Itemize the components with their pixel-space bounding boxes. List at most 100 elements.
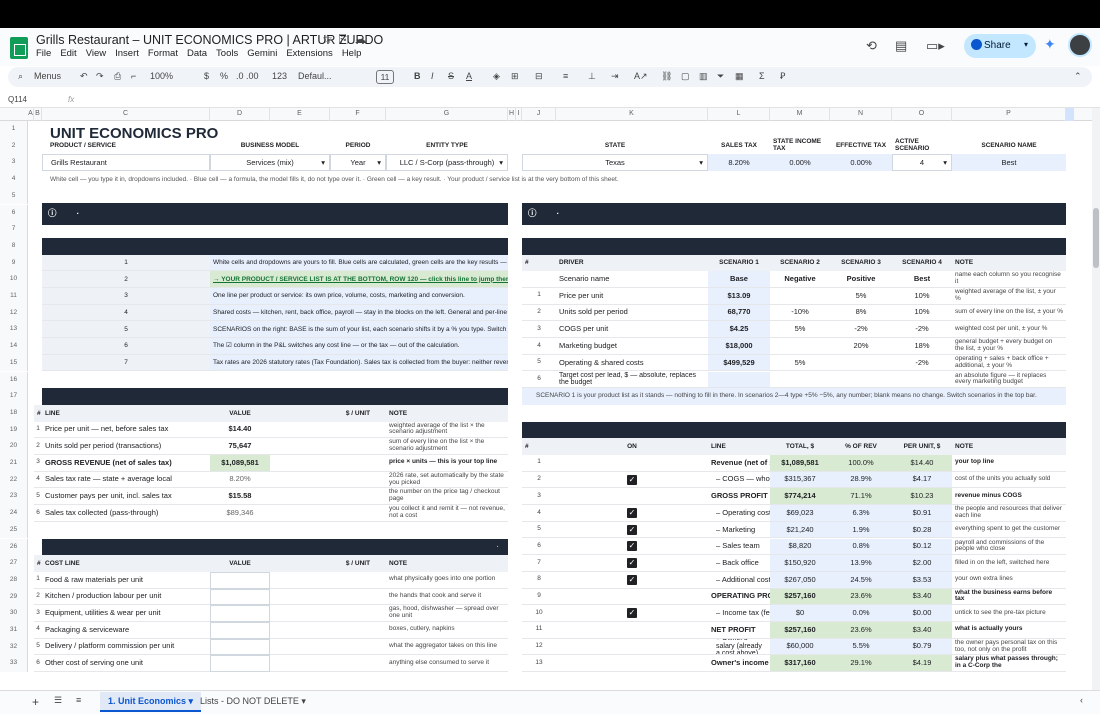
scenario-2-input[interactable]: 5% (770, 321, 830, 339)
scenario-4-input[interactable]: -2% (892, 321, 952, 339)
align-icon[interactable]: ≡ (563, 71, 568, 81)
checkbox-checked-icon[interactable]: ✓ (627, 524, 637, 535)
row-number[interactable]: 23 (0, 488, 28, 506)
column-header[interactable]: H (508, 108, 516, 121)
scenario-4-input[interactable]: -2% (892, 355, 952, 372)
scenario-name[interactable]: Positive (830, 271, 892, 288)
all-sheets-icon[interactable]: ☰ (54, 695, 62, 706)
history-icon[interactable]: ⟲ (866, 38, 877, 54)
borders-icon[interactable]: ⊞ (511, 71, 519, 82)
cost-value-input[interactable] (210, 638, 270, 656)
toggle-cell[interactable]: ✓ (556, 605, 708, 622)
state-select[interactable]: Texas ▾ (522, 154, 708, 172)
row-number[interactable]: 17 (0, 388, 28, 405)
row-number[interactable]: 5 (0, 187, 28, 205)
menu-help[interactable]: Help (342, 48, 362, 59)
chevron-down-icon[interactable]: ▾ (189, 696, 194, 706)
row-number[interactable]: 29 (0, 588, 28, 606)
state-income-tax-value[interactable]: 0.00% (770, 154, 830, 172)
scenario-name-value[interactable]: Best (952, 154, 1066, 172)
menu-insert[interactable]: Insert (115, 48, 139, 59)
row-number[interactable]: 32 (0, 638, 28, 656)
name-box[interactable]: Q114 (8, 95, 27, 104)
cost-value-input[interactable] (210, 622, 270, 639)
chevron-down-icon[interactable]: ▾ (377, 158, 381, 167)
row-number[interactable]: 11 (0, 288, 28, 305)
add-sheet-icon[interactable]: + (32, 695, 39, 709)
sheets-logo-icon[interactable] (10, 37, 28, 59)
decimal-format[interactable]: .0 .00 (236, 71, 259, 81)
zoom-select[interactable]: 100% (150, 71, 173, 81)
checkbox-checked-icon[interactable]: ✓ (627, 541, 637, 552)
column-header[interactable]: D (210, 108, 270, 121)
row-number[interactable]: 27 (0, 555, 28, 572)
scenario-3-input[interactable] (830, 355, 892, 372)
row-number[interactable]: 20 (0, 438, 28, 455)
column-header[interactable]: J (522, 108, 556, 121)
scenario-3-input[interactable]: 8% (830, 305, 892, 322)
chevron-down-icon[interactable]: ▾ (499, 158, 503, 167)
redo-icon[interactable]: ↷ (96, 71, 104, 82)
row-number[interactable]: 28 (0, 571, 28, 589)
scenario-4-input[interactable] (892, 372, 952, 389)
menu-view[interactable]: View (86, 48, 106, 59)
comments-icon[interactable]: ▤ (895, 38, 907, 54)
meet-icon[interactable]: ▭▸ (926, 38, 945, 54)
column-header[interactable]: P (952, 108, 1066, 121)
column-header[interactable]: O (892, 108, 952, 121)
checkbox-checked-icon[interactable]: ✓ (627, 507, 637, 518)
row-number[interactable]: 31 (0, 622, 28, 639)
merge-icon[interactable]: ⊟ (535, 71, 543, 82)
search-icon[interactable]: ⌕ (18, 71, 23, 82)
checkbox-checked-icon[interactable]: ✓ (627, 574, 637, 585)
number-format[interactable]: 123 (272, 71, 287, 81)
row-number[interactable]: 6 (0, 204, 28, 222)
sales-tax-value[interactable]: 8.20% (708, 154, 770, 172)
row-number[interactable]: 8 (0, 237, 28, 255)
menu-file[interactable]: File (36, 48, 51, 59)
text-color-icon[interactable]: A (466, 71, 472, 81)
menu-edit[interactable]: Edit (60, 48, 76, 59)
scenario-name[interactable]: Best (892, 271, 952, 288)
column-header[interactable]: B (34, 108, 42, 121)
column-header[interactable]: F (330, 108, 386, 121)
paint-format-icon[interactable]: ⌐ (131, 71, 136, 81)
chevron-down-icon[interactable]: ▾ (1024, 40, 1028, 49)
row-number[interactable]: 26 (0, 538, 28, 556)
chevron-down-icon[interactable]: ▾ (943, 158, 947, 167)
column-header[interactable]: E (270, 108, 330, 121)
italic-icon[interactable]: I (431, 71, 434, 81)
active-scenario-select[interactable]: 4 ▾ (892, 154, 952, 172)
row-number[interactable]: 33 (0, 655, 28, 673)
filter-views-icon[interactable]: ▦ (735, 71, 744, 82)
scenario-4-input[interactable]: 18% (892, 338, 952, 355)
column-header[interactable]: K (556, 108, 708, 121)
wrap-icon[interactable]: ⇥ (611, 71, 619, 82)
toggle-cell[interactable]: ✓ (556, 505, 708, 522)
chevron-down-icon[interactable]: ▾ (301, 696, 306, 706)
row-number[interactable]: 19 (0, 421, 28, 439)
entity-type-select[interactable]: LLC / S-Corp (pass-through) ▾ (386, 154, 508, 172)
scroll-left-icon[interactable]: ‹ (1080, 695, 1083, 705)
menu-data[interactable]: Data (187, 48, 207, 59)
collapse-toolbar-icon[interactable]: ⌃ (1074, 71, 1082, 82)
comment-icon[interactable]: ▢ (681, 71, 690, 82)
row-number[interactable]: 3 (0, 154, 28, 172)
row-number[interactable]: 13 (0, 321, 28, 339)
scenario-4-input[interactable]: 10% (892, 305, 952, 322)
strikethrough-icon[interactable]: S (448, 71, 454, 81)
cloud-status-icon[interactable]: ☁ (354, 32, 372, 46)
fill-color-icon[interactable]: ◈ (493, 71, 500, 82)
business-model-select[interactable]: Services (mix) ▾ (210, 154, 330, 172)
spreadsheet-grid[interactable]: ABCDEFGHIJKLMNOPQ 1234567891011121314151… (0, 108, 1100, 690)
period-select[interactable]: Year ▾ (330, 154, 386, 172)
checkbox-checked-icon[interactable]: ✓ (627, 608, 637, 619)
menus-search[interactable]: Menus (34, 71, 61, 81)
row-number[interactable]: 10 (0, 271, 28, 288)
cost-value-input[interactable] (210, 605, 270, 622)
column-header[interactable]: M (770, 108, 830, 121)
row-number[interactable]: 15 (0, 354, 28, 372)
scenario-2-input[interactable]: 5% (770, 355, 830, 372)
menu-format[interactable]: Format (148, 48, 178, 59)
bold-icon[interactable]: B (414, 71, 421, 81)
